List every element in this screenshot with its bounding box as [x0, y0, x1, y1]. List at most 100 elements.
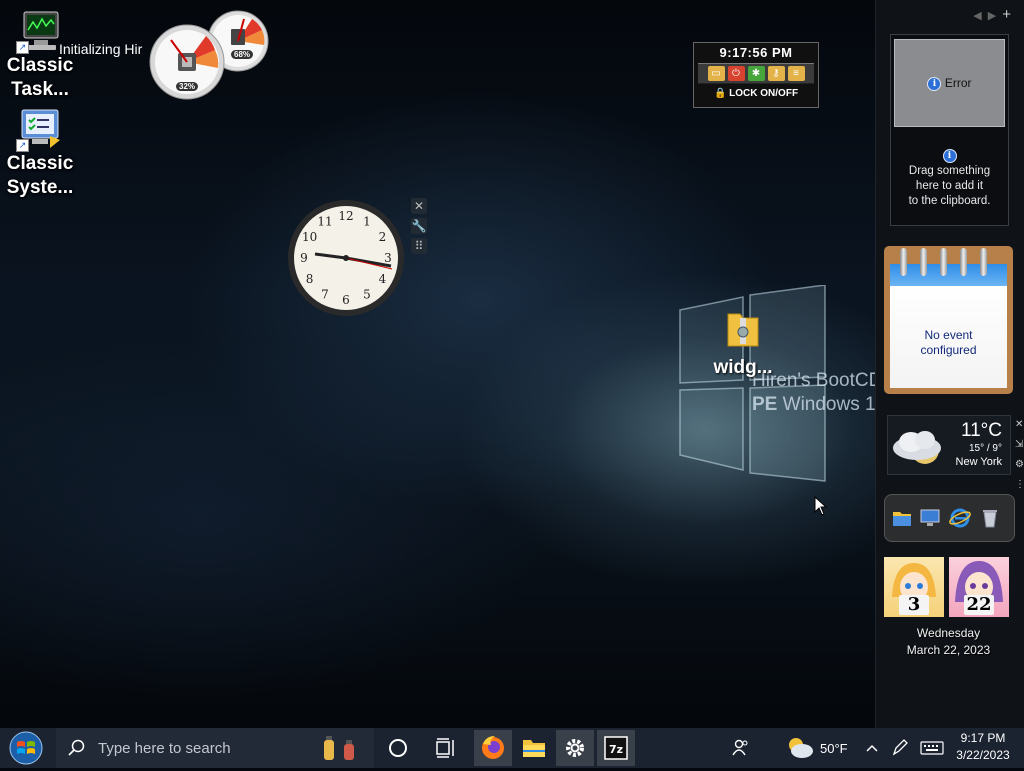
people-icon[interactable]: [730, 738, 750, 758]
taskbar-date: 3/22/2023: [956, 748, 1010, 762]
power-icon[interactable]: ⏻: [727, 66, 745, 81]
clock-numeral: 12: [338, 209, 353, 223]
pen-icon[interactable]: [890, 738, 910, 758]
windows-start-orb-icon: [9, 731, 43, 765]
clock-numeral: 4: [379, 272, 387, 286]
lantern-icon: [324, 736, 354, 760]
brand-line-2: PE Windows 10: [752, 394, 875, 415]
next-icon[interactable]: ▶: [988, 10, 1002, 22]
taskbar-weather-temp[interactable]: 50°F: [820, 741, 848, 756]
clock-numeral: 8: [306, 272, 314, 286]
clock-numeral: 6: [342, 293, 350, 307]
weather-temperature: 11°C: [960, 420, 1002, 441]
date-number: 22: [964, 595, 994, 615]
settings-taskbar-button[interactable]: [556, 730, 594, 766]
anime-date-picture: 22: [949, 557, 1009, 617]
file-explorer-icon[interactable]: [891, 507, 913, 529]
cpu-gauge[interactable]: 32%: [149, 24, 225, 100]
sidebar-nav: ◀▶+: [973, 6, 1017, 23]
info-icon: i: [942, 149, 957, 163]
recycle-bin-icon[interactable]: [979, 507, 1001, 529]
folder-icon[interactable]: ▭: [707, 66, 725, 81]
gear-icon: [566, 739, 584, 757]
internet-explorer-icon[interactable]: [949, 507, 971, 529]
desktop-icon-label: Classic Task...: [6, 55, 74, 100]
clipboard-gadget[interactable]: i Error i Drag something here to add it …: [890, 34, 1009, 226]
clock-numeral: 7: [321, 287, 329, 301]
7zip-icon: 7z: [604, 736, 628, 760]
file-explorer-taskbar-button[interactable]: [515, 730, 553, 766]
clock-numeral: 2: [379, 230, 387, 244]
calendar-paper: [890, 264, 1007, 388]
padlock-icon: 🔒: [713, 88, 727, 99]
chevron-up-icon[interactable]: [864, 740, 880, 756]
info-icon: i: [927, 76, 942, 91]
initializing-notification-text: Initializing Hir: [59, 41, 143, 57]
weather-gadget[interactable]: 11°C 15° / 9° New York: [887, 415, 1011, 475]
7zip-taskbar-button[interactable]: 7z: [597, 730, 635, 766]
system-configuration-icon: ↗: [16, 108, 64, 152]
binder-ring-icon: [960, 248, 967, 276]
widget-button-row: ▭ ⏻ ✱ ⚷ ≡: [698, 63, 814, 84]
wrench-icon[interactable]: 🔧: [411, 218, 427, 234]
desktop[interactable]: Hiren's BootCD PE Windows 10 ↗ ClassicTa…: [0, 0, 875, 728]
clock-gadget-toolbar: ✕ 🔧 ⠿: [411, 198, 431, 258]
desktop-file-widg[interactable]: widg...: [703, 308, 783, 379]
taskbar: Type here to search 7z 50°F 9:17 PM 3/22…: [0, 728, 1024, 768]
keyboard-icon[interactable]: [920, 739, 944, 757]
binder-ring-icon: [980, 248, 987, 276]
cortana-icon: [389, 739, 407, 757]
close-icon[interactable]: ✕: [411, 198, 427, 214]
taskbar-clock[interactable]: 9:17 PM 3/22/2023: [948, 730, 1018, 764]
cloudy-night-icon: [893, 431, 941, 464]
settings-icon[interactable]: ✱: [747, 66, 765, 81]
analog-clock-face: 12 12 3 45678 9 1011: [288, 200, 404, 316]
drag-handle-icon[interactable]: ⠿: [411, 238, 427, 254]
wrench-icon[interactable]: ⚙: [1015, 455, 1024, 475]
weather-gadget-toolbar: ✕ ⇲ ⚙ ⋮: [1015, 415, 1024, 495]
folder-icon: [523, 740, 545, 757]
mouse-cursor-icon: [814, 496, 828, 516]
computer-icon[interactable]: [919, 507, 941, 529]
search-placeholder: Type here to search: [98, 740, 231, 757]
task-view-button[interactable]: [427, 730, 465, 766]
analog-clock-gadget[interactable]: 12 1 2 3 4 5 6 7 8 9 10 11: [287, 199, 405, 317]
anime-day-picture: 3: [884, 557, 944, 617]
clock-numeral: 5: [363, 287, 371, 301]
weather-cloud-moon-icon[interactable]: [786, 735, 814, 761]
svg-text:7z: 7z: [609, 743, 623, 756]
binder-ring-icon: [940, 248, 947, 276]
lock-toggle[interactable]: 🔒 LOCK ON/OFF: [694, 88, 818, 99]
binder-ring-icon: [920, 248, 927, 276]
menu-icon[interactable]: ≡: [787, 66, 805, 81]
clock-numeral: 11: [317, 215, 332, 229]
task-manager-icon: ↗: [16, 10, 64, 54]
desktop-file-label: widg...: [713, 357, 773, 378]
start-button[interactable]: [6, 730, 46, 766]
close-icon[interactable]: ✕: [1015, 415, 1024, 435]
ram-percent: 68%: [231, 50, 254, 59]
key-icon[interactable]: ⚷: [767, 66, 785, 81]
calendar-event-text: No event configured: [920, 328, 977, 357]
add-gadget-icon[interactable]: +: [1002, 6, 1017, 23]
firefox-taskbar-button[interactable]: [474, 730, 512, 766]
clock-numeral: 10: [302, 230, 317, 244]
search-icon: [68, 739, 85, 756]
task-view-icon: [436, 738, 454, 758]
clock-numeral: 9: [300, 251, 308, 265]
time-lock-widget: 9:17:56 PM ▭ ⏻ ✱ ⚷ ≡ 🔒 LOCK ON/OFF: [693, 42, 819, 108]
desktop-icon-classic-system-config[interactable]: ↗ Classic Syste...: [0, 108, 80, 200]
binder-ring-icon: [900, 248, 907, 276]
clock-numeral: 3: [384, 251, 392, 265]
day-number: 3: [899, 595, 929, 615]
taskbar-search-box[interactable]: Type here to search: [56, 728, 374, 768]
previous-icon[interactable]: ◀: [973, 10, 987, 22]
weather-city: New York: [955, 456, 1002, 468]
cortana-button[interactable]: [379, 730, 417, 766]
desktop-icon-label: Classic Syste...: [6, 153, 74, 198]
widget-time: 9:17:56 PM: [719, 45, 793, 60]
calendar-event-gadget[interactable]: No event configured: [884, 246, 1013, 394]
clipboard-error-area: i Error: [894, 39, 1005, 127]
resize-icon[interactable]: ⇲: [1015, 435, 1024, 455]
drag-handle-icon[interactable]: ⋮: [1015, 475, 1024, 495]
